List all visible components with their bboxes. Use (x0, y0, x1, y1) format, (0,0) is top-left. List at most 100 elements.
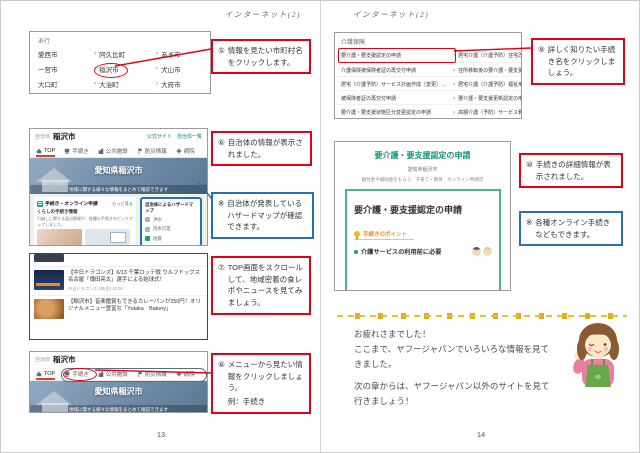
closing-line: きました。 (354, 358, 397, 369)
page-number-right: 14 (476, 430, 486, 439)
site-header: 自治体 稲沢市 (30, 352, 207, 367)
step-text-main: メニューから見たい情報をクリックしましょう。 (227, 360, 303, 393)
highlight-rect-application (338, 48, 456, 63)
procedure-link[interactable]: 要介護・要支援状態区分変更認定の申請 (341, 109, 453, 116)
detail-page-title: 要介護・要支援認定の申請 (374, 151, 471, 160)
news-title[interactable]: 【中日ドラゴンズ】6/13 千葉ロッテ戦 ウルフドッグス名古屋「傳田亮太」選手に… (68, 270, 203, 285)
step-text: TOP画面をスクロールして、地域密着の食レポやニュースを見てみましょう。 (227, 263, 304, 307)
hero-banner: 愛知県稲沢市 地域に関する様々な情報をまとめて確認できます (30, 381, 207, 412)
elder-person-icon (483, 247, 492, 256)
procedure-link[interactable]: 居宅（介護予防）サービス計画作成（変更）… (341, 81, 453, 88)
hero-subtitle: 地域に関する様々な情報をまとめて確認できます (30, 185, 207, 194)
page-body: 手続き・オンライン申請 もっと見る くらしの手続き情報 引越しに関する届出情報や… (30, 194, 207, 245)
tab-procedures[interactable]: 手続き (64, 144, 89, 157)
site-nav: TOP 手続き 公共施設 防災情報 病院 (30, 144, 207, 158)
chevron-icon: › (156, 65, 159, 72)
running-header-left: インターネット(2) (224, 10, 301, 19)
step-number: ⑥ (218, 138, 225, 147)
city-menu-screenshot: 自治体 稲沢市 TOP 手続き 公共施設 防災情報 病院 愛知県稲沢市 地域に関… (29, 351, 208, 413)
callout-step7: ⑦ TOP画面をスクロールして、地域密着の食レポやニュースを見てみましょう。 (211, 256, 311, 315)
news-feed-screenshot: 【中日ドラゴンズ】6/13 千葉ロッテ戦 ウルフドッグス名古屋「傳田亮太」選手に… (29, 253, 208, 340)
callout-step6: ⑥ 自治体の情報が表示されました。 (211, 131, 312, 167)
hazard-item-label[interactable]: 地震 (153, 236, 162, 242)
tab-top[interactable]: TOP (36, 144, 55, 157)
step-number: ⑩ (526, 160, 533, 169)
hero-banner: 愛知県稲沢市 地域に関する様々な情報をまとめて確認できます (30, 158, 207, 194)
tab-label: 手続き (72, 148, 89, 155)
hazard-item-label[interactable]: 内水氾濫 (153, 226, 171, 232)
photo-hands (37, 229, 82, 245)
chevron-icon: › (94, 50, 97, 57)
municipality-link[interactable]: 愛西市 (38, 49, 94, 59)
tab-public-facilities[interactable]: 公共施設 (98, 144, 128, 157)
hazard-item-label[interactable]: 洪水 (153, 217, 162, 223)
closing-line: お疲れさまでした！ (354, 329, 431, 339)
highlight-circle-procedures-tab (63, 368, 97, 381)
bullet-icon (354, 249, 358, 254)
step-text-example: 例：手続き (227, 396, 266, 406)
procedure-link[interactable]: 高額介護（予防）サービス費の支給 (458, 109, 521, 116)
step-text: 詳しく知りたい手続き名をクリックしましょう。 (547, 45, 616, 78)
news-thumbnail-bakery (34, 298, 64, 319)
tab-disaster-info[interactable]: 防災情報 (137, 144, 167, 157)
municipality-list-screenshot: あ行 愛西市 › 阿久比町 › あま市 一宮市 › 稲沢市 › 犬山市 大口町 › 大治町… (29, 31, 211, 94)
hazard-card-title: 自治体によるハザードマップ (145, 202, 194, 213)
procedure-link[interactable]: 要介護・要支援更新認定の申請 (458, 95, 521, 102)
site-header: 自治体 稲沢市 公式サイト 自治体一覧 (30, 129, 207, 144)
header-links[interactable]: 公式サイト 自治体一覧 (147, 133, 202, 140)
page-number-left: 13 (156, 430, 166, 439)
municipality-link[interactable]: 一宮市 (38, 64, 94, 74)
point-label: 手続きのポイント (363, 232, 408, 238)
page-gutter-divider (320, 1, 321, 452)
hospital-cross-icon (176, 148, 182, 153)
city-top-page-screenshot: 自治体 稲沢市 公式サイト 自治体一覧 TOP 手続き 公共施設 防災情報 病院… (29, 128, 208, 246)
procedure-link[interactable]: 居宅介護（介護予防）住宅改修費の支給 (458, 52, 521, 59)
closing-line: 行きましょう！ (354, 395, 414, 406)
municipality-link[interactable]: 大口町 (38, 79, 94, 89)
callout-step9: ⑨ 詳しく知りたい手続き名をクリックしましょう。 (531, 38, 625, 85)
step-number: ⑧ (218, 360, 225, 369)
step-text: メニューから見たい情報をクリックしましょう。 例：手続き (228, 359, 304, 408)
chevron-icon: › (453, 94, 456, 102)
procedure-detail-screenshot: 要介護・要支援認定の申請 愛知県稲沢市 給付金や補助金をもらう 子育て・教育 オ… (334, 141, 511, 291)
home-icon (36, 371, 42, 376)
chevron-icon: › (156, 50, 159, 57)
municipality-link[interactable]: 阿久比町 (99, 49, 125, 59)
running-header-right: インターネット(2) (353, 10, 430, 19)
procedure-link[interactable]: 介護保険被保険者証の再交付申請 (341, 67, 453, 74)
municipality-link[interactable]: 大府市 (161, 79, 181, 89)
step-number: ⑤ (218, 46, 225, 55)
detail-tags[interactable]: 給付金や補助金をもらう 子育て・教育 オンライン申請可 (335, 177, 510, 183)
procedures-card-title: 手続き・オンライン申請 (45, 202, 98, 207)
chevron-icon: › (453, 80, 456, 88)
municipality-link[interactable]: 大治町 (99, 79, 119, 89)
procedure-link[interactable]: 住所移転後の要介護・要支援認定申請 (458, 67, 521, 74)
point-item-text: 介護サービスの利用前に必要 (361, 249, 442, 256)
hero-subtitle: 地域に関する様々な情報をまとめて確認できます (30, 405, 207, 412)
procedure-link[interactable]: 被保険者証の再交付申請 (341, 95, 453, 102)
hero-title: 愛知県稲沢市 (94, 166, 143, 175)
note-text: 自治体が発表しているハザードマップが確認できます。 (227, 199, 303, 232)
procedure-link[interactable]: 居宅介護（介護予防）福祉用具購入費 (458, 81, 521, 88)
detail-card-title: 要介護・要支援認定の申請 (354, 205, 463, 215)
callout-step10: ⑩ 手続きの詳細情報が表示されました。 (519, 153, 623, 189)
news-title[interactable]: 【稲沢市】音楽鑑賞もできるカレーパンが250円！オリジナルメニュー豊富な「Yut… (68, 299, 203, 314)
callout-step5: ⑤ 情報を見たい市町村名をクリックします。 (211, 39, 311, 75)
tab-hospital[interactable]: 病院 (176, 144, 195, 157)
municipality-link[interactable]: 犬山市 (161, 64, 181, 74)
municipality-link[interactable]: あま市 (161, 49, 181, 59)
step-number: ⑦ (218, 263, 225, 272)
procedures-desc: 引越しに関する届出情報や、各種の手続きをピックアップしました。 (37, 216, 133, 227)
brand-label: 自治体 (35, 357, 51, 363)
person-icon (472, 247, 481, 256)
closing-line: 次の章からは、ヤフージャパン以外のサイトを見て (354, 380, 550, 391)
note-online-procedures: ※ 各種オンライン手続きなどもできます。 (519, 211, 623, 247)
photo-id-card (85, 229, 130, 245)
callout-step8: ⑧ メニューから見たい情報をクリックしましょう。 例：手続き (211, 353, 311, 414)
tab-top[interactable]: TOP (36, 367, 55, 380)
building-icon (98, 148, 103, 154)
more-link[interactable]: もっと見る (112, 201, 133, 207)
earthquake-icon (145, 236, 150, 242)
procedures-icon (64, 148, 70, 154)
note-hazard-map: ※ 自治体が発表しているハザードマップが確認できます。 (211, 192, 314, 239)
